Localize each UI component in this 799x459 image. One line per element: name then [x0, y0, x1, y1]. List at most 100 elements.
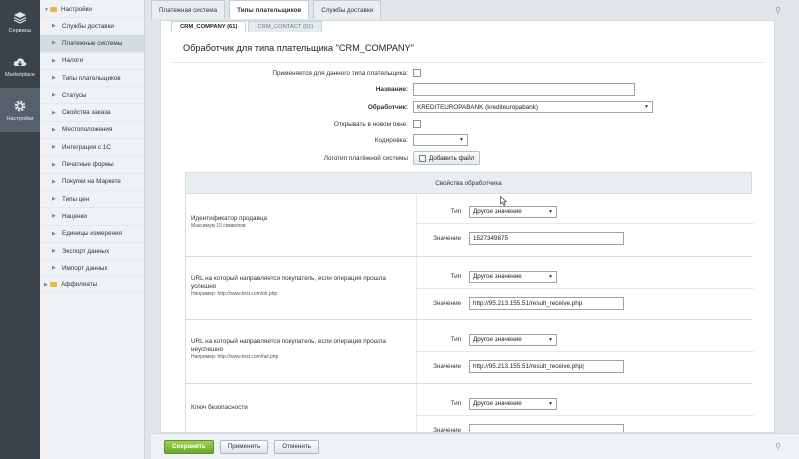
type-row: Тип Другое значение ▼	[417, 200, 754, 224]
property-controls: Тип Другое значение ▼ Значение http://95.213…	[416, 320, 754, 383]
type-select[interactable]: Другое значение ▼	[469, 333, 557, 346]
logo-label: Логотип платёжной системы	[323, 154, 408, 162]
property-hint: Максимум 15 символов	[191, 223, 246, 229]
applies-checkbox[interactable]	[413, 69, 421, 77]
value-label: Значение	[433, 234, 461, 242]
value-label: Значение	[433, 362, 461, 370]
chevron-right-icon[interactable]: ▶	[52, 110, 56, 116]
chevron-right-icon[interactable]: ▶	[52, 231, 56, 237]
sidebar-item-label: Платежные системы	[62, 39, 123, 47]
subtab-crm-contact[interactable]: CRM_CONTACT (61)	[248, 21, 323, 32]
sidebar-item[interactable]: ▶ Покупки на Маркете	[40, 174, 144, 191]
sidebar-item[interactable]: ▶ Экспорт данных	[40, 243, 144, 261]
sidebar-item-label: Интеграция с 1С	[62, 143, 111, 151]
property-description: Ключ безопасности	[191, 404, 248, 411]
chevron-right-icon[interactable]: ▶	[52, 213, 56, 219]
sidebar-item[interactable]: ▶ Налоги	[40, 53, 144, 70]
page-title: Обработчик для типа плательщика "CRM_COM…	[183, 43, 414, 53]
left-rail: Сервисы Marketplace Настройки	[0, 0, 40, 459]
rail-item-settings[interactable]: Настройки	[0, 88, 40, 132]
sidebar-item[interactable]: ▶ Статусы	[40, 87, 144, 105]
chevron-down-icon[interactable]: ▼	[44, 7, 49, 13]
value-input[interactable]: 1527349875	[469, 231, 624, 245]
chevron-right-icon[interactable]: ▶	[44, 282, 48, 288]
tab-payment-system[interactable]: Платежная система	[151, 0, 226, 19]
property-hint: Например: http://www.test.com/ok.php	[191, 291, 278, 297]
chevron-right-icon[interactable]: ▶	[52, 58, 56, 64]
chevron-right-icon[interactable]: ▶	[52, 179, 56, 185]
chevron-right-icon[interactable]: ▶	[52, 144, 56, 150]
content-panel: CRM_COMPANY (61) CRM_CONTACT (61) Обрабо…	[160, 20, 775, 433]
top-tabs: Платежная система Типы плательщиков Служ…	[151, 0, 385, 20]
properties-title: Свойства обработчика	[186, 173, 751, 194]
rail-item-marketplace[interactable]: Marketplace	[0, 44, 40, 88]
sidebar-item-label: Свойства заказа	[62, 109, 111, 117]
new-window-checkbox[interactable]	[413, 120, 421, 128]
value-row: Значение	[417, 419, 754, 432]
name-input[interactable]	[413, 82, 635, 96]
type-row: Тип Другое значение ▼	[417, 392, 754, 416]
sidebar-item[interactable]: ▶ Типы цен	[40, 191, 144, 209]
property-description: Идентификатор продавца Максимум 15 символ…	[191, 215, 401, 230]
value-input[interactable]: http://95.213.155.51/result_receive.php	[469, 296, 624, 310]
chevron-right-icon[interactable]: ▶	[52, 75, 56, 81]
type-label: Тип	[450, 336, 462, 343]
sidebar-item[interactable]: ▶ Наценки	[40, 208, 144, 226]
type-select[interactable]: Другое значение ▼	[469, 397, 557, 410]
chevron-down-icon: ▼	[548, 400, 553, 407]
value-input[interactable]	[469, 423, 624, 432]
chevron-right-icon[interactable]: ▶	[52, 127, 56, 133]
rail-label: Настройки	[6, 115, 34, 122]
file-icon	[419, 154, 426, 162]
chevron-down-icon: ▼	[459, 137, 464, 143]
handler-select[interactable]: KREDITEUROPABANK (krediteuropabank) ▼	[413, 101, 653, 113]
pin-icon[interactable]: ⚲	[775, 6, 781, 15]
sidebar-item[interactable]: ▶ Импорт данных	[40, 260, 144, 278]
subtab-crm-company[interactable]: CRM_COMPANY (61)	[171, 21, 247, 32]
tab-delivery-services[interactable]: Службы доставки	[313, 0, 382, 19]
sidebar-item[interactable]: ▶ Печатные формы	[40, 156, 144, 174]
sidebar-item[interactable]: ▶ Единицы измерения	[40, 226, 144, 243]
property-hint: Например: http://www.test.com/fail.php	[191, 354, 279, 360]
sidebar-item-label: Статусы	[62, 91, 87, 99]
sidebar-item[interactable]: ▶ Службы доставки	[40, 18, 144, 36]
tab-payer-types[interactable]: Типы плательщиков	[229, 0, 310, 19]
handler-label: Обработчик:	[367, 103, 408, 111]
tree-root-settings[interactable]: ▼ Настройки	[40, 2, 144, 18]
type-select[interactable]: Другое значение ▼	[469, 205, 557, 218]
value-row: Значение http://95.213.155.51/result_rece…	[417, 355, 754, 377]
cancel-button[interactable]: Отменить	[274, 439, 320, 454]
encoding-select[interactable]: ▼	[413, 134, 468, 146]
value-input[interactable]: http://95.213.155.51/result_receive.php|	[469, 359, 624, 373]
name-label: Название:	[375, 85, 408, 93]
sidebar-item[interactable]: ▶ Платежные системы	[40, 35, 144, 53]
sidebar-item[interactable]: ▶ Интеграция с 1С	[40, 139, 144, 157]
value-row: Значение http://95.213.155.51/result_rece…	[417, 292, 754, 314]
sidebar-item[interactable]: ▶ Свойства заказа	[40, 104, 144, 122]
tree-root-affiliates[interactable]: ▶ Аффилиаты	[40, 277, 144, 294]
type-row: Тип Другое значение ▼	[417, 265, 754, 289]
add-file-button[interactable]: Добавить файл	[413, 151, 481, 165]
type-select[interactable]: Другое значение ▼	[469, 270, 557, 283]
chevron-right-icon[interactable]: ▶	[52, 265, 56, 271]
applies-label: Применяется для данного типа плательщика…	[272, 69, 408, 77]
chevron-right-icon[interactable]: ▶	[52, 162, 56, 168]
chevron-right-icon[interactable]: ▶	[52, 23, 56, 29]
rail-item-services[interactable]: Сервисы	[0, 0, 40, 44]
layers-icon	[13, 11, 27, 24]
save-button[interactable]: Сохранить	[164, 439, 214, 454]
chevron-right-icon[interactable]: ▶	[52, 92, 56, 98]
chevron-right-icon[interactable]: ▶	[52, 196, 56, 202]
value-label: Значение	[433, 299, 461, 307]
handler-properties: Свойства обработчика Идентификатор прода…	[185, 172, 754, 432]
property-description: URL на который направляется покупатель, …	[191, 275, 401, 298]
chevron-right-icon[interactable]: ▶	[52, 248, 56, 254]
apply-button[interactable]: Применить	[219, 439, 269, 454]
value-row: Значение 1527349875	[417, 227, 754, 249]
pin-icon[interactable]: ⚲	[775, 442, 781, 451]
chevron-right-icon[interactable]: ▶	[52, 40, 56, 46]
folder-icon	[50, 282, 57, 288]
sidebar-item[interactable]: ▶ Типы плательщиков	[40, 70, 144, 88]
sidebar-item-label: Печатные формы	[62, 161, 114, 169]
sidebar-item[interactable]: ▶ Местоположения	[40, 122, 144, 140]
